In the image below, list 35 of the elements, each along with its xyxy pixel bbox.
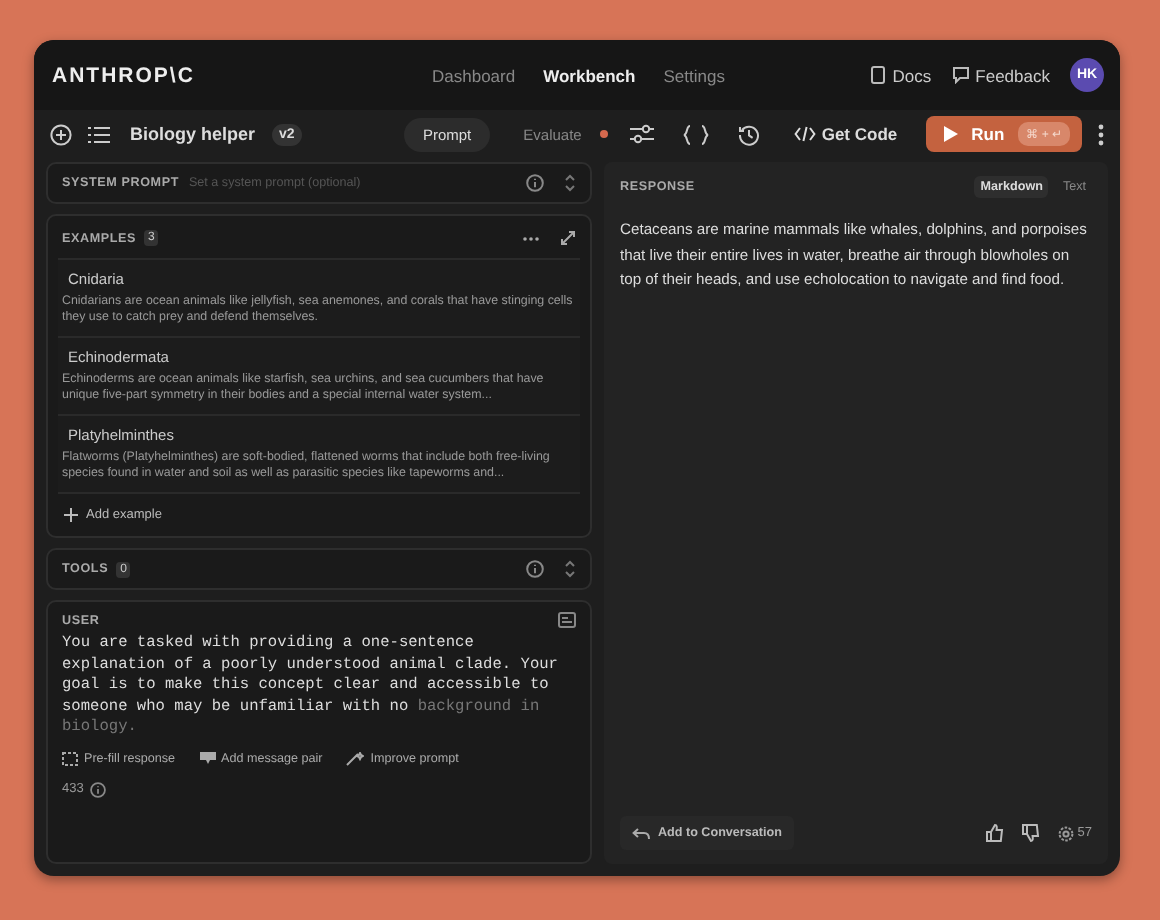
- list-icon[interactable]: [88, 125, 110, 143]
- expand-icon[interactable]: [564, 560, 576, 578]
- thumbs-down-icon[interactable]: [1021, 824, 1040, 842]
- play-icon: [943, 126, 958, 142]
- braces-icon[interactable]: [681, 123, 710, 145]
- thumbs-up-icon[interactable]: [985, 824, 1004, 842]
- sliders-icon[interactable]: [629, 124, 654, 144]
- feedback-icon: [951, 66, 970, 84]
- info-icon[interactable]: [526, 560, 544, 578]
- code-icon: [793, 126, 816, 142]
- history-icon[interactable]: [737, 123, 760, 145]
- dashed-box-icon: [62, 752, 78, 766]
- expand-icon[interactable]: [564, 174, 576, 192]
- nav-tab[interactable]: Settings: [663, 65, 725, 85]
- add-icon[interactable]: [50, 123, 72, 145]
- feedback-link[interactable]: Feedback: [951, 65, 1050, 85]
- info-icon[interactable]: [526, 174, 544, 192]
- message-icon: [199, 751, 215, 767]
- nav-tab[interactable]: Workbench: [543, 65, 636, 85]
- more-icon[interactable]: [1098, 123, 1104, 145]
- more-icon[interactable]: [522, 235, 540, 241]
- brand-logo: ANTHROP\C: [52, 63, 197, 87]
- status-dot: [599, 130, 608, 138]
- info-icon[interactable]: [89, 781, 106, 797]
- document-icon: [870, 66, 887, 84]
- expand-icon[interactable]: [560, 230, 576, 246]
- prompt-title: Biology helper: [130, 124, 256, 144]
- wand-icon: [346, 752, 365, 766]
- nav-tab[interactable]: Dashboard: [432, 65, 516, 85]
- image-icon[interactable]: [558, 612, 576, 628]
- get-code-button[interactable]: Get Code: [781, 122, 910, 146]
- plus-icon: [64, 508, 78, 522]
- docs-link[interactable]: Docs: [870, 65, 932, 85]
- reply-icon: [632, 827, 650, 839]
- gear-icon: [1057, 825, 1074, 841]
